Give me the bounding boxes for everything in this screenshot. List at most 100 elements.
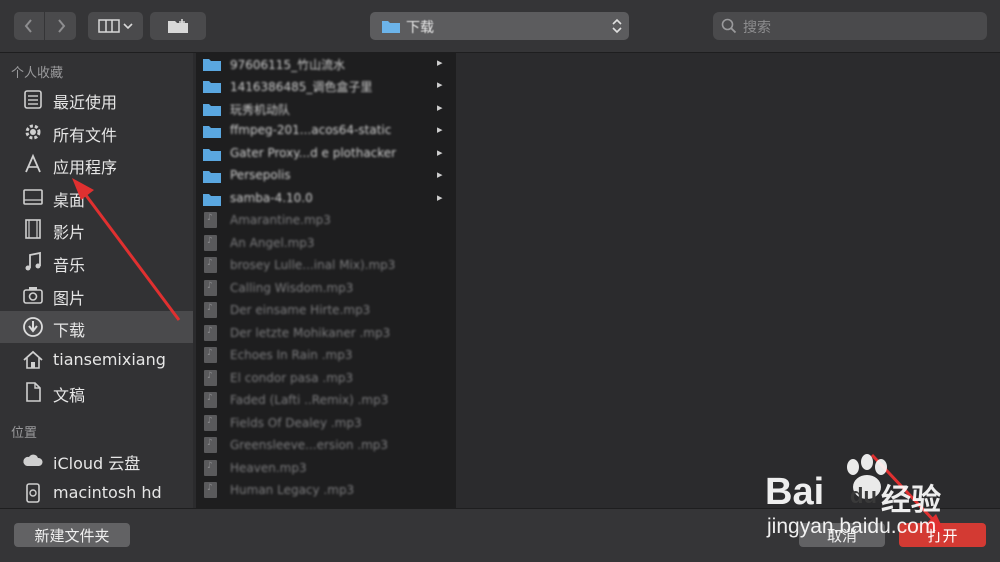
forward-button[interactable] <box>45 12 76 40</box>
folder-icon <box>203 194 221 206</box>
file-name: El condor pasa .mp3 <box>230 371 354 385</box>
file-row[interactable]: Calling Wisdom.mp3 <box>196 278 456 300</box>
favorites-section-title: 个人收藏 <box>11 66 64 81</box>
new-folder-toolbar-button[interactable] <box>150 12 206 40</box>
disclosure-arrow-icon: ▸ <box>437 123 443 136</box>
folder-icon <box>203 81 221 93</box>
sidebar-item-label: 文稿 <box>53 386 86 405</box>
sidebar-item-applications[interactable]: 应用程序 <box>0 148 193 180</box>
sidebar-item-label: 影片 <box>53 223 86 242</box>
recents-icon <box>24 90 42 109</box>
file-row[interactable]: An Angel.mp3 <box>196 233 456 255</box>
audio-file-icon <box>204 482 217 498</box>
home-icon <box>23 350 43 369</box>
sidebar-item-desktop[interactable]: 桌面 <box>0 181 193 213</box>
file-name: Fields Of Dealey .mp3 <box>230 416 362 430</box>
new-folder-button[interactable]: 新建文件夹 <box>14 523 130 547</box>
file-row[interactable]: Heaven.mp3 <box>196 458 456 480</box>
folder-row[interactable]: ffmpeg-201...acos64-static ▸ <box>196 120 456 142</box>
audio-file-icon <box>204 392 217 408</box>
audio-file-icon <box>204 302 217 318</box>
disclosure-arrow-icon: ▸ <box>437 168 443 181</box>
location-label: 下载 <box>406 20 434 36</box>
audio-file-icon <box>204 460 217 476</box>
sidebar-item-label: 音乐 <box>53 256 86 275</box>
film-icon <box>25 219 41 239</box>
folder-icon <box>203 126 221 138</box>
file-name: samba-4.10.0 <box>230 191 313 205</box>
sidebar-item-downloads[interactable]: 下载 <box>0 311 193 343</box>
file-row[interactable]: Faded (Lafti ..Remix) .mp3 <box>196 390 456 412</box>
file-name: ffmpeg-201...acos64-static <box>230 123 392 137</box>
file-row[interactable]: Der einsame Hirte.mp3 <box>196 300 456 322</box>
sidebar-item-macintosh-hd[interactable]: macintosh hd <box>0 477 193 509</box>
folder-row[interactable]: 玩秀机动队 ▸ <box>196 98 456 120</box>
file-row[interactable]: Amarantine.mp3 <box>196 210 456 232</box>
audio-file-icon <box>204 235 217 251</box>
folder-icon <box>382 21 400 33</box>
file-row[interactable]: Human Legacy .mp3 <box>196 480 456 502</box>
music-icon <box>25 251 41 271</box>
open-button[interactable]: 打开 <box>899 523 986 547</box>
folder-row[interactable]: samba-4.10.0 ▸ <box>196 188 456 210</box>
cloud-icon <box>23 454 43 466</box>
file-name: Human Legacy .mp3 <box>230 483 355 497</box>
folder-row[interactable]: Gater Proxy...d e plothacker ▸ <box>196 143 456 165</box>
folder-icon <box>203 104 221 116</box>
sidebar: 个人收藏 最近使用 所有文件 应用程序 桌面 影片 音乐 图片 下载 tians… <box>0 53 193 508</box>
sidebar-item-label: 最近使用 <box>53 93 118 112</box>
preview-column <box>457 53 1000 508</box>
file-row[interactable]: Der letzte Mohikaner .mp3 <box>196 323 456 345</box>
column-view-icon <box>97 19 133 33</box>
sidebar-item-label: 图片 <box>53 289 86 308</box>
sidebar-item-documents[interactable]: 文稿 <box>0 376 193 408</box>
applications-icon <box>25 153 41 173</box>
file-name: Echoes In Rain .mp3 <box>230 348 353 362</box>
chevron-right-icon <box>57 19 65 33</box>
sidebar-item-label: tiansemixiang <box>53 350 166 369</box>
file-name: 玩秀机动队 <box>230 103 291 117</box>
folder-row[interactable]: Persepolis ▸ <box>196 165 456 187</box>
disclosure-arrow-icon: ▸ <box>437 146 443 159</box>
camera-icon <box>23 287 43 304</box>
back-button[interactable] <box>14 12 44 40</box>
audio-file-icon <box>204 257 217 273</box>
file-name: Calling Wisdom.mp3 <box>230 281 354 295</box>
file-name: 1416386485_调色盒子里 <box>230 80 373 94</box>
folder-icon <box>203 171 221 183</box>
file-row[interactable]: El condor pasa .mp3 <box>196 368 456 390</box>
sidebar-item-icloud[interactable]: iCloud 云盘 <box>0 444 193 476</box>
location-popup[interactable]: 下载 <box>370 12 629 40</box>
bottom-bar: 新建文件夹 取消 打开 <box>0 508 1000 562</box>
sidebar-item-pictures[interactable]: 图片 <box>0 279 193 311</box>
document-icon <box>26 382 41 402</box>
chevron-left-icon <box>24 19 32 33</box>
folder-row[interactable]: 1416386485_调色盒子里 ▸ <box>196 75 456 97</box>
file-name: Persepolis <box>230 168 291 182</box>
updown-chevron-icon <box>612 18 622 34</box>
disclosure-arrow-icon: ▸ <box>437 78 443 91</box>
sidebar-item-recents[interactable]: 最近使用 <box>0 83 193 115</box>
audio-file-icon <box>204 415 217 431</box>
file-row[interactable]: brosey Lulle...inal Mix).mp3 <box>196 255 456 277</box>
search-field[interactable]: 搜索 <box>713 12 987 40</box>
audio-file-icon <box>204 437 217 453</box>
file-name: Amarantine.mp3 <box>230 213 331 227</box>
sidebar-item-home[interactable]: tiansemixiang <box>0 344 193 376</box>
file-row[interactable]: Greensleeve...ersion .mp3 <box>196 435 456 457</box>
file-row[interactable]: Fields Of Dealey .mp3 <box>196 413 456 435</box>
sidebar-item-label: iCloud 云盘 <box>53 454 141 473</box>
desktop-icon <box>23 189 43 205</box>
folder-row[interactable]: 97606115_竹山流水 ▸ <box>196 53 456 75</box>
disclosure-arrow-icon: ▸ <box>437 191 443 204</box>
file-name: Der einsame Hirte.mp3 <box>230 303 371 317</box>
sidebar-item-movies[interactable]: 影片 <box>0 213 193 245</box>
disk-icon <box>26 483 40 503</box>
sidebar-item-all-files[interactable]: 所有文件 <box>0 116 193 148</box>
disclosure-arrow-icon: ▸ <box>437 56 443 69</box>
cancel-button[interactable]: 取消 <box>799 523 885 547</box>
file-row[interactable]: Echoes In Rain .mp3 <box>196 345 456 367</box>
folder-icon <box>203 59 221 71</box>
view-mode-button[interactable] <box>88 12 143 40</box>
sidebar-item-music[interactable]: 音乐 <box>0 246 193 278</box>
